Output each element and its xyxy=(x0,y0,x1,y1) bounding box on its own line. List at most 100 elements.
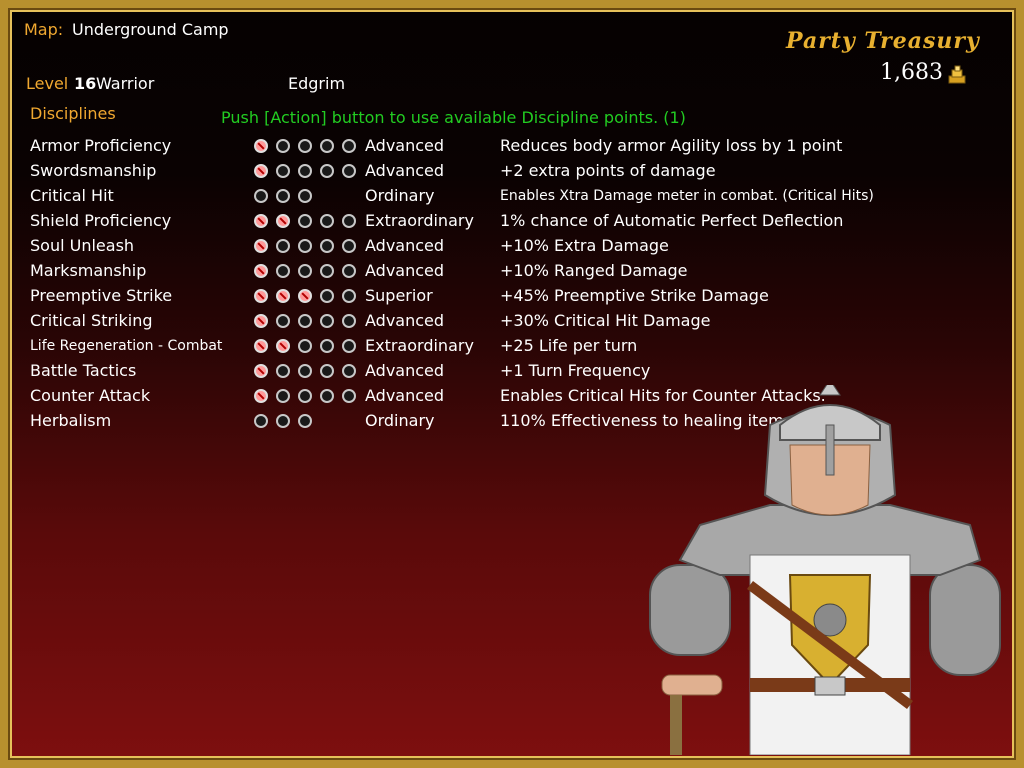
discipline-row[interactable]: Swordsmanship Advanced +2 extra points of … xyxy=(0,159,1024,184)
character-name: Edgrim xyxy=(288,74,346,93)
discipline-name: Battle Tactics xyxy=(30,361,137,380)
discipline-name: Herbalism xyxy=(30,411,112,430)
discipline-description: +30% Critical Hit Damage xyxy=(500,311,711,330)
filled-pip-icon xyxy=(254,339,268,353)
discipline-row[interactable]: Critical Hit Ordinary Enables Xtra Damage … xyxy=(0,184,1024,209)
empty-pip-icon xyxy=(320,289,334,303)
empty-pip-icon xyxy=(298,414,312,428)
empty-pip-icon xyxy=(342,214,356,228)
empty-pip-icon xyxy=(320,139,334,153)
discipline-name: Marksmanship xyxy=(30,261,147,280)
empty-pip-icon xyxy=(342,289,356,303)
discipline-name: Shield Proficiency xyxy=(30,211,172,230)
empty-pip-icon xyxy=(298,189,312,203)
empty-pip-icon xyxy=(276,389,290,403)
discipline-row[interactable]: Battle Tactics Advanced +1 Turn Frequency xyxy=(0,359,1024,384)
empty-pip-icon xyxy=(276,314,290,328)
warrior-portrait xyxy=(649,385,1001,755)
discipline-row[interactable]: Armor Proficiency Advanced Reduces body ar… xyxy=(0,134,1024,159)
empty-pip-icon xyxy=(298,214,312,228)
filled-pip-icon xyxy=(254,289,268,303)
empty-pip-icon xyxy=(298,314,312,328)
discipline-name: Critical Striking xyxy=(30,311,153,330)
discipline-rank: Extraordinary xyxy=(365,211,474,230)
discipline-description: +10% Ranged Damage xyxy=(500,261,688,280)
discipline-description: 1% chance of Automatic Perfect Deflectio… xyxy=(500,211,844,230)
discipline-rank: Advanced xyxy=(365,361,445,380)
empty-pip-icon xyxy=(342,264,356,278)
map-label: Map: xyxy=(24,20,64,39)
instruction-text: Push [Action] button to use available Di… xyxy=(221,108,686,127)
discipline-row[interactable]: Shield Proficiency Extraordinary 1% chance… xyxy=(0,209,1024,234)
discipline-row[interactable]: Critical Striking Advanced +30% Critical H… xyxy=(0,309,1024,334)
discipline-name: Critical Hit xyxy=(30,186,114,205)
filled-pip-icon xyxy=(254,314,268,328)
discipline-rank: Advanced xyxy=(365,386,445,405)
empty-pip-icon xyxy=(320,364,334,378)
filled-pip-icon xyxy=(254,164,268,178)
discipline-name: Counter Attack xyxy=(30,386,151,405)
discipline-rank: Superior xyxy=(365,286,433,305)
empty-pip-icon xyxy=(342,364,356,378)
empty-pip-icon xyxy=(298,364,312,378)
empty-pip-icon xyxy=(298,239,312,253)
filled-pip-icon xyxy=(254,389,268,403)
level-value: 16 xyxy=(74,74,97,93)
empty-pip-icon xyxy=(276,414,290,428)
discipline-description: +1 Turn Frequency xyxy=(500,361,651,380)
empty-pip-icon xyxy=(320,164,334,178)
discipline-description: Enables Xtra Damage meter in combat. (Cr… xyxy=(500,188,874,204)
discipline-row[interactable]: Soul Unleash Advanced +10% Extra Damage xyxy=(0,234,1024,259)
empty-pip-icon xyxy=(276,264,290,278)
discipline-rank: Advanced xyxy=(365,136,445,155)
empty-pip-icon xyxy=(276,139,290,153)
discipline-row[interactable]: Life Regeneration - Combat Extraordinary +… xyxy=(0,334,1024,359)
level-label: Level xyxy=(26,74,69,93)
discipline-description: +45% Preemptive Strike Damage xyxy=(500,286,769,305)
empty-pip-icon xyxy=(342,239,356,253)
discipline-row[interactable]: Preemptive Strike Superior +45% Preemptive… xyxy=(0,284,1024,309)
empty-pip-icon xyxy=(342,389,356,403)
empty-pip-icon xyxy=(342,139,356,153)
discipline-description: +10% Extra Damage xyxy=(500,236,669,255)
discipline-row[interactable]: Marksmanship Advanced +10% Ranged Damage xyxy=(0,259,1024,284)
empty-pip-icon xyxy=(342,314,356,328)
empty-pip-icon xyxy=(254,189,268,203)
empty-pip-icon xyxy=(320,214,334,228)
filled-pip-icon xyxy=(298,289,312,303)
empty-pip-icon xyxy=(276,164,290,178)
disciplines-heading: Disciplines xyxy=(30,104,116,123)
discipline-rank: Extraordinary xyxy=(365,336,474,355)
discipline-name: Soul Unleash xyxy=(30,236,135,255)
map-name: Underground Camp xyxy=(72,20,229,39)
empty-pip-icon xyxy=(276,239,290,253)
discipline-rank: Ordinary xyxy=(365,411,435,430)
empty-pip-icon xyxy=(342,164,356,178)
empty-pip-icon xyxy=(276,364,290,378)
discipline-rank: Advanced xyxy=(365,261,445,280)
discipline-rank: Advanced xyxy=(365,161,445,180)
empty-pip-icon xyxy=(298,339,312,353)
discipline-name: Preemptive Strike xyxy=(30,286,173,305)
empty-pip-icon xyxy=(320,339,334,353)
discipline-name: Swordsmanship xyxy=(30,161,157,180)
discipline-name: Armor Proficiency xyxy=(30,136,172,155)
empty-pip-icon xyxy=(320,264,334,278)
empty-pip-icon xyxy=(320,314,334,328)
discipline-name: Life Regeneration - Combat xyxy=(30,338,223,354)
discipline-rank: Advanced xyxy=(365,311,445,330)
gold-pile-icon xyxy=(948,65,966,84)
empty-pip-icon xyxy=(254,414,268,428)
discipline-rank: Advanced xyxy=(365,236,445,255)
empty-pip-icon xyxy=(320,389,334,403)
filled-pip-icon xyxy=(254,139,268,153)
empty-pip-icon xyxy=(298,139,312,153)
empty-pip-icon xyxy=(298,389,312,403)
filled-pip-icon xyxy=(254,264,268,278)
character-class: Warrior xyxy=(96,74,155,93)
filled-pip-icon xyxy=(276,214,290,228)
empty-pip-icon xyxy=(342,339,356,353)
treasury-title: Party Treasury xyxy=(786,28,980,54)
filled-pip-icon xyxy=(254,364,268,378)
filled-pip-icon xyxy=(254,239,268,253)
